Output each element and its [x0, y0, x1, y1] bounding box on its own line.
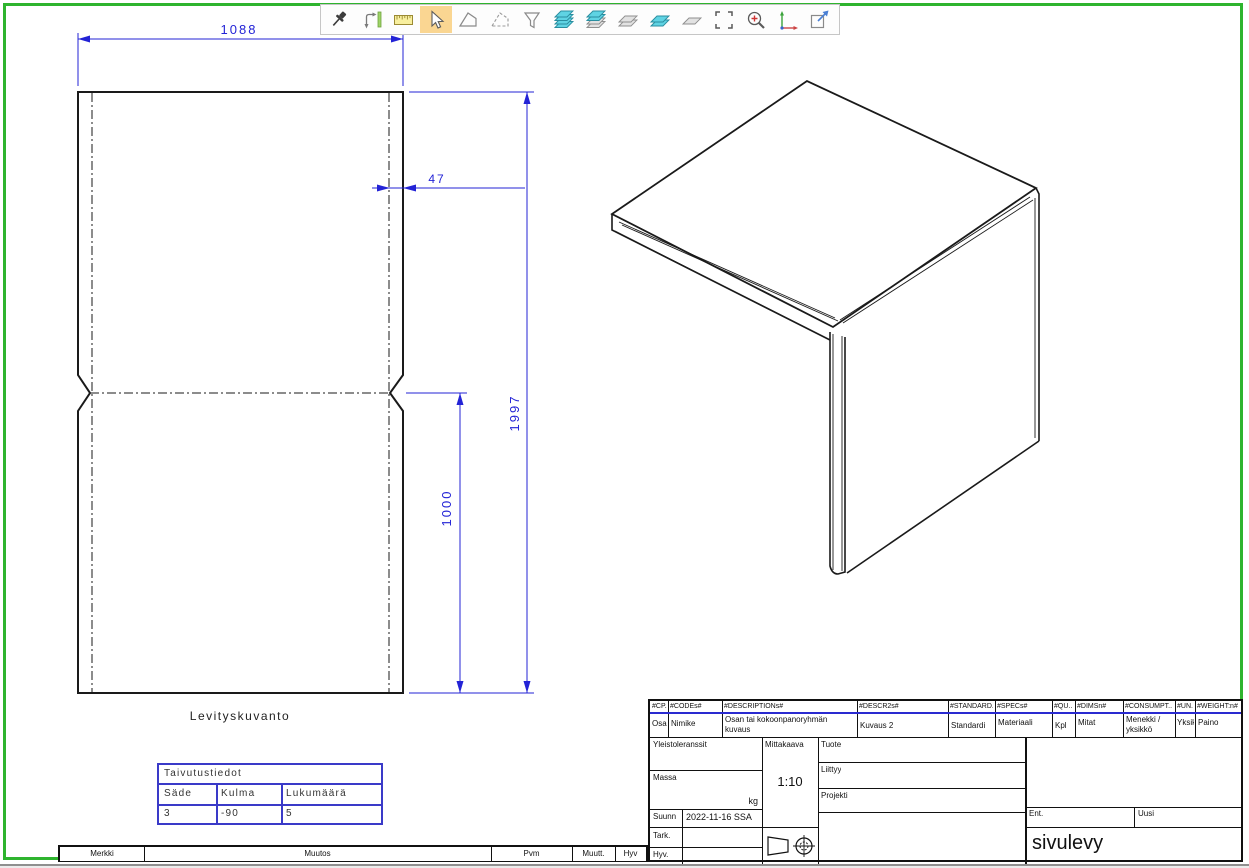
- rev-pvm: Pvm: [491, 849, 572, 858]
- tb-label-standardi: Standardi: [951, 721, 993, 731]
- selection-frame-icon[interactable]: [708, 6, 740, 33]
- bend-table-val-angle: -90: [221, 808, 239, 819]
- bend-table-title: Taivutustiedot: [164, 768, 242, 779]
- dim-text-flange[interactable]: 47: [428, 172, 445, 186]
- bend-table-col-count: Lukumäärä: [286, 788, 347, 799]
- tb-ph-standard: #STANDARD..: [950, 702, 993, 711]
- tb-hyv-label: Hyv.: [653, 850, 668, 860]
- bend-table-col-radius: Säde: [164, 788, 192, 799]
- axes-icon[interactable]: [772, 6, 804, 33]
- cad-app-window: 1088 47 1997 1000 Levityskuvanto: [0, 0, 1249, 868]
- rev-muutt: Muutt.: [572, 849, 615, 858]
- table-line: [159, 804, 381, 806]
- tb-label-kuvaus2: Kuvaus 2: [860, 721, 945, 731]
- tb-label-osa: Osa: [652, 719, 667, 729]
- tb-label-menekki: Menekki / yksikkö: [1126, 715, 1171, 735]
- tb-ent-label: Ent.: [1029, 809, 1043, 819]
- rev-merkki: Merkki: [60, 849, 144, 858]
- dim-text-total-height[interactable]: 1997: [507, 395, 522, 432]
- toolbar: [320, 4, 840, 35]
- tb-label-paino: Paino: [1198, 718, 1243, 728]
- measure-arrow-icon[interactable]: [356, 6, 388, 33]
- tb-ph-unit: #UN...: [1177, 702, 1193, 711]
- tb-label-mitat: Mitat: [1078, 718, 1121, 728]
- open-in-window-icon[interactable]: [804, 6, 836, 33]
- tb-label-kpl: Kpl: [1055, 721, 1073, 731]
- bend-table-val-count: 5: [286, 808, 293, 819]
- tb-scale-value: 1:10: [762, 777, 818, 787]
- tb-ph-dims: #DIMSn#: [1077, 702, 1121, 711]
- tb-uusi-label: Uusi: [1138, 809, 1154, 819]
- table-line: [281, 783, 283, 823]
- tb-massa: Massa: [653, 773, 677, 783]
- tb-ph-descr2: #DESCR2s#: [859, 702, 946, 711]
- selected-row-highlight: [650, 712, 1241, 714]
- layers-stack-alt-icon[interactable]: [580, 6, 612, 33]
- tb-ph-code: #CODEs#: [670, 702, 720, 711]
- tb-ph-weight: #WEIGHT:n#: [1197, 702, 1243, 711]
- tb-label-materiaali: Materiaali: [998, 718, 1050, 728]
- revision-row: Merkki Muutos Pvm Muutt. Hyv: [58, 845, 648, 862]
- ruler-icon[interactable]: [388, 6, 420, 33]
- projection-symbol-icon: [764, 829, 816, 862]
- table-line: [216, 783, 218, 823]
- iso-view[interactable]: [612, 81, 1039, 574]
- tb-label-yksikko: Yksikkö: [1177, 718, 1194, 728]
- tb-part-name: sivulevy: [1032, 831, 1103, 855]
- tb-suunn-value: 2022-11-16 SSA: [686, 812, 752, 822]
- zoom-in-icon[interactable]: [740, 6, 772, 33]
- pin-icon[interactable]: [324, 6, 356, 33]
- dim-text-lower-height[interactable]: 1000: [439, 490, 454, 527]
- flat-view-label: Levityskuvanto: [160, 709, 320, 723]
- tb-tark-label: Tark.: [653, 831, 670, 841]
- select-cursor-icon[interactable]: [420, 6, 452, 33]
- bend-table-val-radius: 3: [164, 808, 171, 819]
- bend-data-table: Taivutustiedot Säde Kulma Lukumäärä 3 -9…: [157, 763, 383, 825]
- layers-stack-icon[interactable]: [548, 6, 580, 33]
- filter-icon[interactable]: [516, 6, 548, 33]
- layer-single-icon[interactable]: [676, 6, 708, 33]
- title-block: #CP... #CODEs# #DESCRIPTIONs# #DESCR2s# …: [648, 699, 1243, 862]
- tb-ph-consumption: #CONSUMPT..: [1125, 702, 1173, 711]
- bend-table-col-angle: Kulma: [221, 788, 255, 799]
- rev-hyv: Hyv: [615, 849, 646, 858]
- sketch-plane-icon[interactable]: [452, 6, 484, 33]
- tb-ph-cp: #CP...: [652, 702, 667, 711]
- tb-ph-description: #DESCRIPTIONs#: [724, 702, 855, 711]
- tb-mittakaava-label: Mittakaava: [765, 740, 804, 750]
- tb-label-nimike: Nimike: [671, 719, 720, 729]
- tb-ph-spec: #SPECs#: [997, 702, 1050, 711]
- tb-liittyy: Liittyy: [821, 765, 841, 775]
- tb-massa-unit: kg: [736, 796, 758, 806]
- tb-projekti: Projekti: [821, 791, 848, 801]
- layers-flat-cyan-icon[interactable]: [644, 6, 676, 33]
- tb-suunn-label: Suunn: [653, 812, 676, 822]
- tb-tuote: Tuote: [821, 740, 841, 750]
- tb-yleistoleranssit: Yleistoleranssit: [653, 740, 707, 750]
- layers-flat-gray-icon[interactable]: [612, 6, 644, 33]
- table-line: [159, 783, 381, 785]
- sketch-plane-dashed-icon[interactable]: [484, 6, 516, 33]
- rev-muutos: Muutos: [144, 849, 491, 858]
- tb-ph-qty: #QU..: [1054, 702, 1073, 711]
- dim-text-width[interactable]: 1088: [221, 22, 258, 37]
- tb-label-kuvaus: Osan tai kokoonpanoryhmän kuvaus: [725, 715, 853, 735]
